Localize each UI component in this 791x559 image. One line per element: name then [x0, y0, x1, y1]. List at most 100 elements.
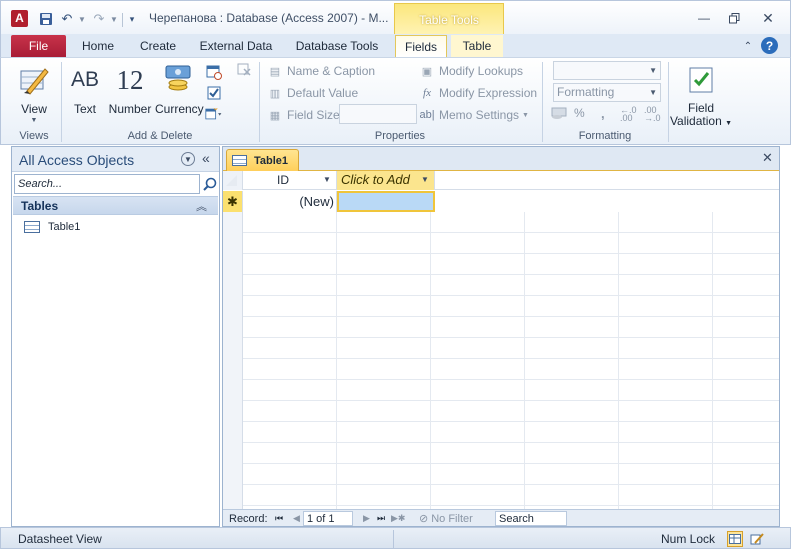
modify-expression-label: Modify Expression [439, 86, 538, 100]
increase-decimals-icon[interactable]: ←.0.00 [620, 106, 637, 123]
add-text-field-button[interactable]: AB Text [67, 64, 103, 116]
data-type-select[interactable]: ▼ [553, 61, 661, 80]
field-validation-icon [669, 64, 733, 96]
search-icon[interactable] [201, 174, 219, 194]
empty-grid-area [243, 212, 779, 514]
memo-settings-button[interactable]: ab| Memo Settings ▼ [419, 108, 529, 122]
undo-dropdown-icon[interactable]: ▼ [77, 9, 87, 29]
customize-qat-icon[interactable]: ▾ [126, 9, 138, 29]
nav-pane-header[interactable]: All Access Objects ▼ « [12, 147, 219, 172]
cell-id[interactable]: (New) [243, 191, 337, 212]
save-icon[interactable] [38, 9, 54, 29]
default-value-label: Default Value [287, 86, 359, 100]
column-header-label: Click to Add [341, 172, 410, 187]
percent-format-icon[interactable]: % [574, 106, 585, 120]
add-field-dropdown-icon[interactable]: ▼ [421, 175, 429, 184]
document-tab-label: Table1 [254, 154, 289, 167]
number-field-label: Number [108, 102, 152, 116]
next-record-icon[interactable]: ▶ [363, 511, 370, 526]
access-app-icon[interactable]: A [11, 10, 28, 27]
view-button[interactable]: View ▼ [13, 64, 55, 124]
field-size-icon: ▦ [269, 109, 281, 122]
select-all-corner[interactable] [223, 171, 243, 190]
filter-icon: ⊘ [419, 513, 429, 525]
nav-pane-title[interactable]: All Access Objects [19, 152, 134, 168]
group-label-properties: Properties [374, 130, 426, 142]
column-header-click-to-add[interactable]: Click to Add ▼ [337, 171, 435, 190]
column-header-row: ID ▼ Click to Add ▼ [223, 171, 779, 190]
cell-click-to-add-selected[interactable] [337, 191, 435, 212]
yes-no-field-icon[interactable] [205, 84, 223, 102]
no-filter-button[interactable]: ⊘ No Filter [419, 511, 473, 526]
qat-separator [122, 13, 123, 27]
last-record-icon[interactable]: ⏭ [377, 511, 385, 526]
view-design-icon [13, 64, 55, 96]
tab-fields[interactable]: Fields [395, 35, 447, 57]
nav-item-table1[interactable]: Table1 [24, 219, 80, 235]
format-select[interactable]: Formatting ▼ [553, 83, 661, 102]
currency-field-label: Currency [155, 102, 204, 116]
field-size-input[interactable] [339, 104, 417, 124]
restore-window-button[interactable] [723, 9, 745, 27]
minimize-window-button[interactable]: — [693, 9, 715, 27]
datasheet-grid[interactable]: ID ▼ Click to Add ▼ ✱ (New) [223, 171, 779, 514]
tab-create[interactable]: Create [134, 35, 182, 57]
column-header-id[interactable]: ID ▼ [243, 171, 337, 190]
nav-search-input[interactable]: Search... [14, 174, 200, 194]
tab-database-tools[interactable]: Database Tools [290, 35, 384, 57]
nav-group-label: Tables [21, 199, 59, 213]
group-label-formatting: Formatting [578, 130, 632, 142]
collapse-group-icon[interactable]: ︽ [196, 198, 207, 214]
default-value-button[interactable]: ▥ Default Value [267, 86, 358, 100]
record-label: Record: [229, 512, 268, 525]
nav-group-tables[interactable]: Tables ︽ [13, 196, 218, 215]
field-validation-button[interactable]: Field Validation ▼ [669, 64, 733, 130]
close-document-icon[interactable]: ✕ [762, 150, 773, 166]
tab-home[interactable]: Home [75, 35, 121, 57]
text-field-label: Text [73, 102, 96, 116]
group-separator [61, 62, 62, 142]
shutter-bar-collapse-icon[interactable]: « [202, 150, 210, 166]
function-icon: fx [423, 87, 431, 99]
view-button-label: View [21, 102, 47, 116]
new-record-icon[interactable]: ✱ [223, 191, 243, 212]
redo-dropdown-icon[interactable]: ▼ [109, 9, 119, 29]
tab-table[interactable]: Table [451, 35, 503, 57]
close-window-button[interactable]: ✕ [757, 9, 779, 27]
delete-field-icon[interactable] [235, 61, 253, 79]
status-view-label: Datasheet View [18, 532, 102, 546]
add-currency-field-button[interactable]: Currency [155, 64, 204, 116]
table-row-new[interactable]: ✱ (New) [223, 191, 779, 212]
design-view-icon[interactable] [749, 531, 765, 547]
record-search-input[interactable]: Search [495, 511, 567, 526]
add-number-field-button[interactable]: 12 Number [107, 64, 153, 117]
table-icon [232, 155, 247, 166]
column-filter-dropdown-icon[interactable]: ▼ [323, 175, 331, 184]
column-header-label: ID [277, 173, 289, 187]
document-tab-table1[interactable]: Table1 [226, 149, 299, 171]
new-record-nav-icon[interactable]: ▶✱ [391, 511, 405, 526]
decrease-decimals-icon[interactable]: .00 →.0 [644, 106, 661, 123]
minimize-ribbon-icon[interactable]: ⌃ [740, 37, 756, 55]
more-fields-icon[interactable] [205, 105, 223, 123]
redo-icon[interactable]: ↷ [91, 9, 107, 29]
modify-expression-button[interactable]: fx Modify Expression [419, 86, 537, 100]
comma-format-icon[interactable]: , [601, 106, 605, 121]
table-icon [24, 221, 40, 233]
current-record-field[interactable]: 1 of 1 [303, 511, 353, 526]
date-time-field-icon[interactable] [205, 63, 223, 81]
name-caption-button[interactable]: ▤ Name & Caption [267, 64, 375, 78]
help-icon[interactable]: ? [761, 37, 778, 54]
tab-external-data[interactable]: External Data [195, 35, 277, 57]
field-validation-label-line2: Validation [669, 114, 722, 128]
modify-lookups-label: Modify Lookups [439, 64, 524, 78]
nav-menu-dropdown-icon[interactable]: ▼ [181, 152, 195, 166]
currency-format-icon[interactable] [551, 106, 567, 123]
datasheet-view-icon[interactable] [727, 531, 743, 547]
modify-lookups-button[interactable]: ▣ Modify Lookups [419, 64, 523, 78]
record-navigation-bar: Record: ⏮ ◀ 1 of 1 ▶ ⏭ ▶✱ ⊘ No Filter Se… [223, 509, 779, 526]
undo-icon[interactable]: ↶ [59, 9, 75, 29]
first-record-icon[interactable]: ⏮ [275, 511, 283, 526]
previous-record-icon[interactable]: ◀ [293, 511, 300, 526]
tab-file[interactable]: File [11, 35, 66, 57]
